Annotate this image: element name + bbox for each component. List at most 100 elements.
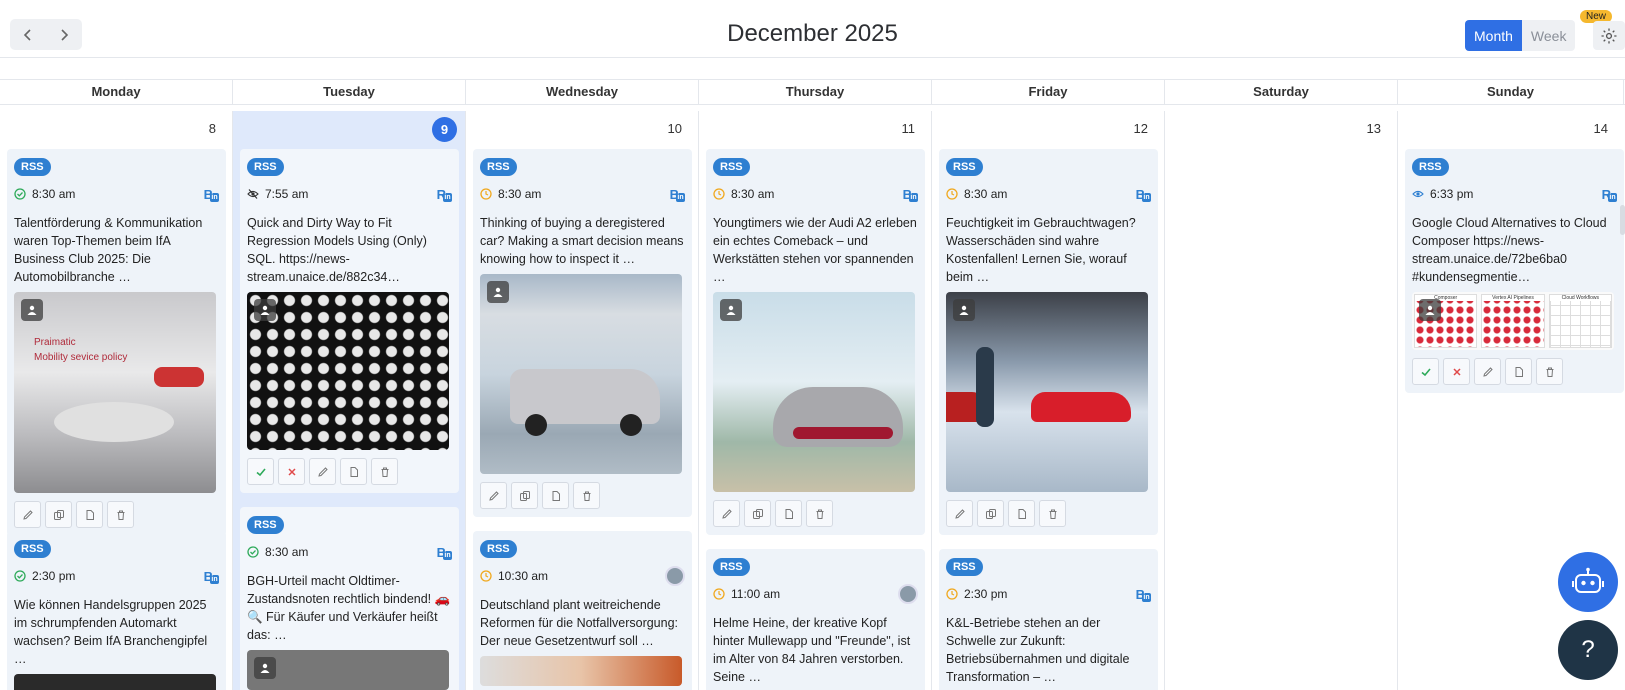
- edit-icon: [721, 508, 732, 519]
- linkedin-icon: in: [1142, 192, 1151, 202]
- file-icon: [1515, 366, 1523, 377]
- copy-button[interactable]: [511, 482, 538, 509]
- image-caption: Cloud Workflows: [1549, 295, 1611, 301]
- day-cell-thursday[interactable]: 11 RSS 8:30 am Bin Youngtimers wie der A…: [699, 111, 932, 690]
- post-image: [480, 656, 682, 686]
- post-image: [946, 292, 1148, 492]
- edit-button[interactable]: [1474, 358, 1501, 385]
- clock-icon: [480, 570, 492, 582]
- scrollbar-handle[interactable]: [1620, 205, 1625, 235]
- day-number-today: 9: [432, 117, 457, 142]
- post-card[interactable]: RSS 11:00 am Helme Heine, der kreative K…: [706, 549, 925, 690]
- post-card[interactable]: RSS 8:30 am Bin Thinking of buying a der…: [473, 149, 692, 517]
- day-cell-monday[interactable]: 8 RSS 8:30 am Bin Talentförderung & Komm…: [0, 111, 233, 690]
- rss-badge: RSS: [1412, 158, 1449, 176]
- day-cell-wednesday[interactable]: 10 RSS 8:30 am Bin Thinking of buying a …: [466, 111, 699, 690]
- file-icon: [552, 490, 560, 501]
- image-icon: [487, 281, 509, 303]
- reject-button[interactable]: [278, 458, 305, 485]
- image-caption: Vertex AI Pipelines: [1482, 295, 1544, 301]
- post-image: Composer Vertex AI Pipelines Cloud Workf…: [1412, 292, 1614, 350]
- post-card[interactable]: RSS 10:30 am Deutschland plant weitreich…: [473, 531, 692, 690]
- post-image: [247, 292, 449, 450]
- copy-icon: [53, 509, 64, 520]
- post-card[interactable]: RSS 7:55 am Rin Quick and Dirty Way to F…: [240, 149, 459, 493]
- post-card[interactable]: RSS 8:30 am Bin Feuchtigkeit im Gebrauch…: [939, 149, 1158, 535]
- file-icon: [1018, 508, 1026, 519]
- copy-button[interactable]: [977, 500, 1004, 527]
- delete-button[interactable]: [1039, 500, 1066, 527]
- post-time: 8:30 am: [498, 187, 542, 201]
- linkedin-icon: in: [210, 574, 219, 584]
- day-cell-tuesday[interactable]: 9 RSS 7:55 am Rin Quick and Dirty Way to…: [233, 111, 466, 690]
- post-time: 2:30 pm: [32, 569, 76, 583]
- edit-button[interactable]: [480, 482, 507, 509]
- copy-icon: [519, 490, 530, 501]
- day-cell-friday[interactable]: 12 RSS 8:30 am Bin Feuchtigkeit im Gebra…: [932, 111, 1165, 690]
- assistant-bot-button[interactable]: [1558, 552, 1618, 612]
- linkedin-icon: in: [443, 550, 452, 560]
- eye-icon: [1412, 190, 1424, 198]
- rss-badge: RSS: [247, 516, 284, 534]
- help-button[interactable]: ?: [1558, 620, 1618, 680]
- pdf-button[interactable]: [542, 482, 569, 509]
- post-text: BGH-Urteil macht Oldtimer-Zustandsnoten …: [247, 574, 451, 642]
- edit-button[interactable]: [713, 500, 740, 527]
- week-view-button[interactable]: Week: [1521, 20, 1576, 51]
- pdf-button[interactable]: [775, 500, 802, 527]
- copy-icon: [985, 508, 996, 519]
- edit-button[interactable]: [309, 458, 336, 485]
- image-icon: [254, 657, 276, 679]
- pdf-button[interactable]: [1008, 500, 1035, 527]
- approve-button[interactable]: [247, 458, 274, 485]
- top-bar: December 2025 Month Week New: [0, 0, 1625, 58]
- trash-icon: [381, 467, 388, 477]
- reject-button[interactable]: [1443, 358, 1470, 385]
- clock-icon: [713, 588, 725, 600]
- post-card[interactable]: RSS 2:30 pm Bin K&L-Betriebe stehen an d…: [939, 549, 1158, 690]
- check-circle-icon: [14, 188, 26, 200]
- post-card[interactable]: RSS 2:30 pm Bin Wie können Handelsgruppe…: [7, 531, 226, 690]
- edit-icon: [954, 508, 965, 519]
- settings-button[interactable]: [1593, 21, 1625, 50]
- post-card[interactable]: RSS 6:33 pm Rin Google Cloud Alternative…: [1405, 149, 1624, 393]
- page-title: December 2025: [727, 20, 898, 47]
- pdf-button[interactable]: [1505, 358, 1532, 385]
- clock-icon: [480, 188, 492, 200]
- day-cell-saturday[interactable]: 13: [1165, 111, 1398, 690]
- buffer-icon: Bin: [203, 186, 219, 202]
- pdf-button[interactable]: [340, 458, 367, 485]
- day-number: 11: [901, 121, 916, 136]
- delete-button[interactable]: [107, 501, 134, 528]
- post-card[interactable]: RSS 8:30 am Bin Youngtimers wie der Audi…: [706, 149, 925, 535]
- delete-button[interactable]: [371, 458, 398, 485]
- delete-button[interactable]: [806, 500, 833, 527]
- image-icon: [1419, 299, 1441, 321]
- linkedin-icon: in: [443, 192, 452, 202]
- linkedin-icon: in: [909, 192, 918, 202]
- post-time: 8:30 am: [265, 545, 309, 559]
- weekday-label: Tuesday: [233, 80, 466, 104]
- image-icon: [21, 299, 43, 321]
- linkedin-icon: in: [676, 192, 685, 202]
- post-text: Helme Heine, der kreative Kopf hinter Mu…: [713, 616, 911, 684]
- post-image: [480, 274, 682, 474]
- month-view-button[interactable]: Month: [1465, 20, 1522, 51]
- weekday-label: Friday: [932, 80, 1165, 104]
- pdf-button[interactable]: [76, 501, 103, 528]
- approve-button[interactable]: [1412, 358, 1439, 385]
- copy-button[interactable]: [744, 500, 771, 527]
- edit-button[interactable]: [946, 500, 973, 527]
- delete-button[interactable]: [573, 482, 600, 509]
- trash-icon: [1546, 367, 1553, 377]
- weekday-label: Sunday: [1398, 80, 1624, 104]
- post-card[interactable]: RSS 8:30 am Bin BGH-Urteil macht Oldtime…: [240, 507, 459, 690]
- post-card[interactable]: RSS 8:30 am Bin Talentförderung & Kommun…: [7, 149, 226, 536]
- edit-button[interactable]: [14, 501, 41, 528]
- rss-badge: RSS: [713, 158, 750, 176]
- close-icon: [287, 467, 296, 476]
- copy-button[interactable]: [45, 501, 72, 528]
- delete-button[interactable]: [1536, 358, 1563, 385]
- view-toggle: Month Week: [1465, 20, 1576, 51]
- calendar-grid: 8 RSS 8:30 am Bin Talentförderung & Komm…: [0, 111, 1625, 690]
